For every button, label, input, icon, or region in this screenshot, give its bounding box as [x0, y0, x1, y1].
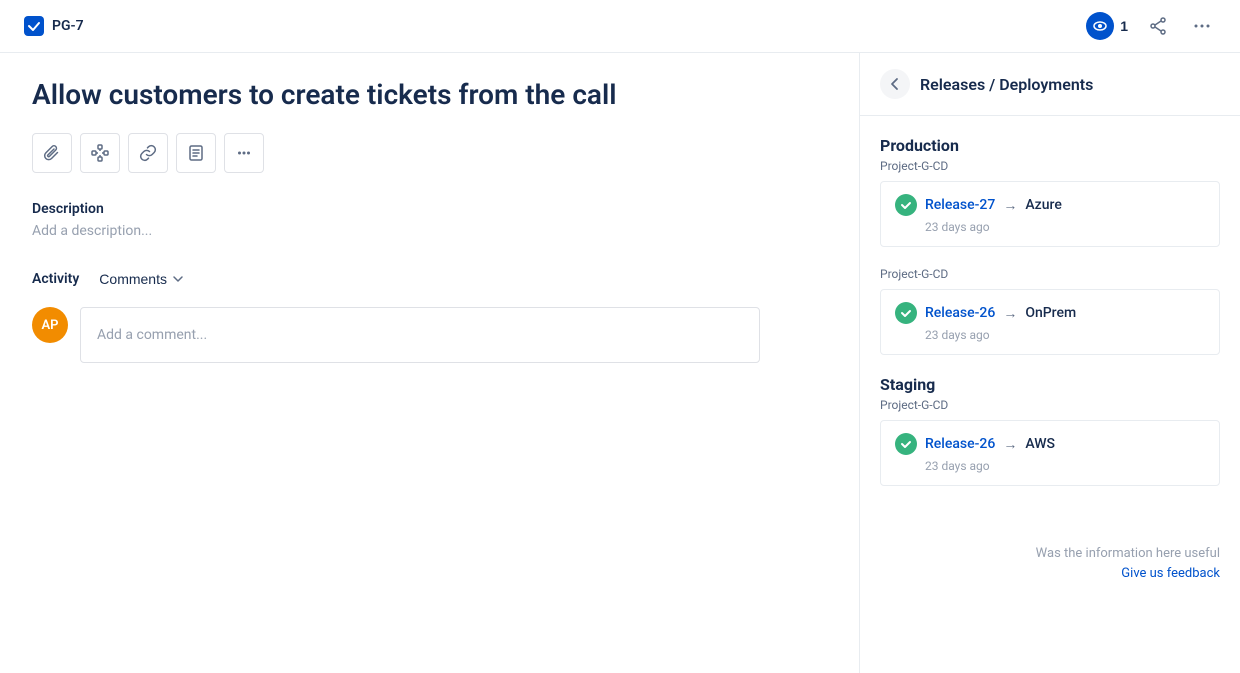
- success-check-icon: [895, 194, 917, 216]
- success-check-icon-3: [895, 433, 917, 455]
- user-avatar: AP: [32, 307, 68, 343]
- release-27-link[interactable]: Release-27: [925, 197, 995, 213]
- document-button[interactable]: [176, 133, 216, 173]
- release-target-2: OnPrem: [1025, 305, 1076, 321]
- release-arrow-3: →: [1003, 436, 1017, 453]
- production-section-2: Project-G-CD Release-26 → OnPrem: [880, 267, 1220, 355]
- release-time: 23 days ago: [895, 220, 1205, 234]
- main-content: Allow customers to create tickets from t…: [0, 53, 1240, 673]
- header-right: 1: [1086, 12, 1216, 40]
- description-label: Description: [32, 201, 827, 217]
- env-staging-label: Staging: [880, 375, 1220, 394]
- releases-title: Releases / Deployments: [920, 75, 1093, 94]
- attach-button[interactable]: [32, 133, 72, 173]
- production-section: Production Project-G-CD Release-27 → Azu…: [880, 136, 1220, 247]
- feedback-section: Was the information here useful Give us …: [860, 526, 1240, 601]
- comment-placeholder: Add a comment...: [97, 327, 207, 343]
- watch-count: 1: [1120, 18, 1128, 34]
- release-time-2: 23 days ago: [895, 328, 1205, 342]
- releases-header: Releases / Deployments: [860, 53, 1240, 116]
- env-production-label: Production: [880, 136, 1220, 155]
- release-time-3: 23 days ago: [895, 459, 1205, 473]
- project-production-label: Project-G-CD: [880, 159, 1220, 173]
- ticket-id: PG-7: [52, 18, 84, 34]
- staging-section: Staging Project-G-CD Release-26 → AWS: [880, 375, 1220, 486]
- success-check-icon-2: [895, 302, 917, 324]
- release-arrow-2: →: [1003, 305, 1017, 322]
- activity-filter-label: Comments: [99, 271, 167, 287]
- release-item: Release-27 → Azure 23 days ago: [880, 181, 1220, 247]
- feedback-text: Was the information here useful: [880, 546, 1220, 561]
- ticket-status-icon: [24, 16, 44, 36]
- release-arrow: →: [1003, 197, 1017, 214]
- feedback-link[interactable]: Give us feedback: [1121, 566, 1220, 581]
- release-row: Release-27 → Azure: [895, 194, 1205, 216]
- description-input[interactable]: Add a description...: [32, 223, 827, 239]
- project-staging-label: Project-G-CD: [880, 398, 1220, 412]
- release-target: Azure: [1025, 197, 1062, 213]
- right-panel: Releases / Deployments Production Projec…: [860, 53, 1240, 673]
- comment-input[interactable]: Add a comment...: [80, 307, 760, 363]
- comment-area: AP Add a comment...: [32, 307, 827, 363]
- header-left: PG-7: [24, 16, 84, 36]
- issue-title: Allow customers to create tickets from t…: [32, 77, 827, 113]
- diagram-button[interactable]: [80, 133, 120, 173]
- eye-icon: [1086, 12, 1114, 40]
- release-item-3: Release-26 → AWS 23 days ago: [880, 420, 1220, 486]
- release-item-2: Release-26 → OnPrem 23 days ago: [880, 289, 1220, 355]
- activity-header: Activity Comments: [32, 267, 827, 291]
- page-header: PG-7 1: [0, 0, 1240, 53]
- chevron-down-icon: [171, 272, 185, 286]
- release-26-staging-link[interactable]: Release-26: [925, 436, 995, 452]
- share-button[interactable]: [1144, 12, 1172, 40]
- release-26-link[interactable]: Release-26: [925, 305, 995, 321]
- left-panel: Allow customers to create tickets from t…: [0, 53, 860, 673]
- activity-label: Activity: [32, 271, 79, 287]
- release-row-3: Release-26 → AWS: [895, 433, 1205, 455]
- back-button[interactable]: [880, 69, 910, 99]
- link-button[interactable]: [128, 133, 168, 173]
- project-production2-label: Project-G-CD: [880, 267, 1220, 281]
- more-options-button[interactable]: [1188, 12, 1216, 40]
- toolbar-more-button[interactable]: [224, 133, 264, 173]
- activity-filter-button[interactable]: Comments: [91, 267, 193, 291]
- release-row-2: Release-26 → OnPrem: [895, 302, 1205, 324]
- release-target-3: AWS: [1025, 436, 1055, 452]
- back-arrow-icon: [888, 77, 902, 91]
- releases-content: Production Project-G-CD Release-27 → Azu…: [860, 116, 1240, 526]
- watch-button[interactable]: 1: [1086, 12, 1128, 40]
- issue-toolbar: [32, 133, 827, 173]
